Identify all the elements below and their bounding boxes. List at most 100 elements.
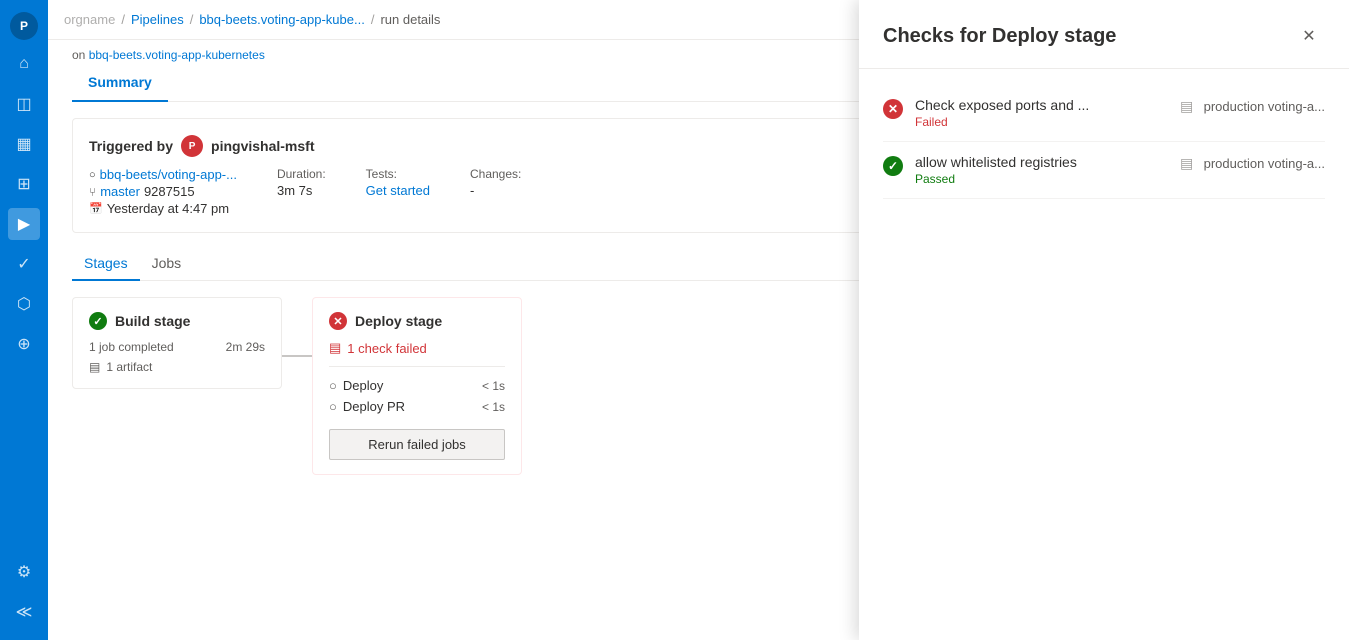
pipelines-nav-icon[interactable]: ▶ [8, 208, 40, 240]
branch-icon: ⑂ [89, 185, 96, 199]
check-status-text-2: Passed [915, 172, 1077, 186]
repo-icon: ○ [89, 169, 96, 181]
repo-link[interactable]: bbq-beets/voting-app-... [100, 167, 237, 182]
artifact-count: 1 artifact [106, 360, 152, 374]
breadcrumb-org: orgname [64, 12, 115, 27]
calendar-icon: 📅 [89, 202, 103, 215]
home-nav-icon[interactable]: ⌂ [8, 48, 40, 80]
check-right-1: ▤ production voting-a... [1178, 97, 1325, 115]
duration-label: Duration: [277, 167, 326, 181]
marketplace-nav-icon[interactable]: ⊕ [8, 328, 40, 360]
boards-nav-icon[interactable]: ◫ [8, 88, 40, 120]
deploy-clock-icon-1: ○ [329, 378, 337, 393]
meta-branch-value: ⑂ master 9287515 [89, 184, 237, 199]
deploy-job-row-2: ○ Deploy PR < 1s [329, 396, 505, 417]
check-failed-icon: ▤ [329, 340, 341, 356]
deploy-stage-card: ✕ Deploy stage ▤ 1 check failed ○ Deploy… [312, 297, 522, 475]
check-info-2: allow whitelisted registries Passed [915, 154, 1077, 186]
collapse-nav-icon[interactable]: ≪ [8, 596, 40, 628]
deploy-job-left-2: ○ Deploy PR [329, 399, 405, 414]
artifact-icon: ▤ [89, 360, 100, 374]
tab-summary[interactable]: Summary [72, 66, 168, 102]
testplans-nav-icon[interactable]: ✓ [8, 248, 40, 280]
settings-nav-icon[interactable]: ⚙ [8, 556, 40, 588]
on-prefix: on [72, 48, 85, 62]
meta-date-value: 📅 Yesterday at 4:47 pm [89, 201, 237, 216]
deploy-job-left-1: ○ Deploy [329, 378, 383, 393]
check-left-1: ✕ Check exposed ports and ... Failed [883, 97, 1089, 129]
build-stage-card: ✓ Build stage 1 job completed 2m 29s ▤ 1… [72, 297, 282, 389]
check-resource-1: production voting-a... [1204, 99, 1325, 114]
deploy-job-time-2: < 1s [482, 400, 505, 414]
breadcrumb-sep-3: / [371, 12, 375, 27]
tests-link[interactable]: Get started [366, 183, 430, 198]
repos-nav-icon[interactable]: ⊞ [8, 168, 40, 200]
check-failed-link[interactable]: ▤ 1 check failed [329, 340, 505, 356]
breadcrumb-sep-2: / [190, 12, 194, 27]
subtab-stages[interactable]: Stages [72, 249, 140, 281]
changes-value: - [470, 183, 521, 198]
duration-value: 3m 7s [277, 183, 326, 198]
check-row-2: ✓ allow whitelisted registries Passed ▤ … [883, 142, 1325, 199]
meta-tests: Tests: Get started [366, 167, 430, 198]
panel-title: Checks for Deploy stage [883, 25, 1116, 48]
branch-link[interactable]: master [100, 184, 140, 199]
check-resource-icon-2: ▤ [1178, 154, 1196, 172]
build-jobs-completed: 1 job completed [89, 340, 174, 354]
check-status-icon-2: ✓ [883, 156, 903, 176]
panel-header: Checks for Deploy stage ✕ [859, 0, 1349, 69]
sidebar: P ⌂ ◫ ▦ ⊞ ▶ ✓ ⬡ ⊕ ⚙ ≪ [0, 0, 48, 640]
triggered-label: Triggered by [89, 138, 173, 154]
stage-connector [282, 355, 312, 357]
build-stage-header: ✓ Build stage [89, 312, 265, 330]
deploy-job-name-2: Deploy PR [343, 399, 405, 414]
date-text: Yesterday at 4:47 pm [107, 201, 229, 216]
breadcrumb-run: run details [380, 12, 440, 27]
build-stage-meta: 1 job completed 2m 29s [89, 340, 265, 354]
check-status-icon-1: ✕ [883, 99, 903, 119]
check-resource-2: production voting-a... [1204, 156, 1325, 171]
check-failed-label: 1 check failed [347, 341, 427, 356]
check-info-1: Check exposed ports and ... Failed [915, 97, 1089, 129]
user-avatar[interactable]: P [10, 12, 38, 40]
meta-changes: Changes: - [470, 167, 521, 198]
subtab-jobs[interactable]: Jobs [140, 249, 194, 281]
deploy-job-row-1: ○ Deploy < 1s [329, 375, 505, 396]
triggered-avatar: P [181, 135, 203, 157]
artifacts-nav-icon[interactable]: ⬡ [8, 288, 40, 320]
build-artifact: ▤ 1 artifact [89, 360, 265, 374]
check-right-2: ▤ production voting-a... [1178, 154, 1325, 172]
panel-close-button[interactable]: ✕ [1293, 20, 1325, 52]
build-stage-title: Build stage [115, 313, 190, 329]
deploy-stage-header: ✕ Deploy stage [329, 312, 505, 330]
meta-repo: ○ bbq-beets/voting-app-... ⑂ master 9287… [89, 167, 237, 216]
deploy-status-icon: ✕ [329, 312, 347, 330]
deploy-stage-title: Deploy stage [355, 313, 442, 329]
check-name-1: Check exposed ports and ... [915, 97, 1089, 113]
branch-repo-link[interactable]: bbq-beets.voting-app-kubernetes [89, 48, 265, 62]
check-left-2: ✓ allow whitelisted registries Passed [883, 154, 1077, 186]
deploy-jobs: ○ Deploy < 1s ○ Deploy PR < 1s [329, 366, 505, 417]
check-name-2: allow whitelisted registries [915, 154, 1077, 170]
panel-body: ✕ Check exposed ports and ... Failed ▤ p… [859, 69, 1349, 640]
meta-repo-value: ○ bbq-beets/voting-app-... [89, 167, 237, 182]
commit-sha: 9287515 [144, 184, 195, 199]
meta-duration: Duration: 3m 7s [277, 167, 326, 198]
breadcrumb-sep-1: / [121, 12, 125, 27]
checks-panel: Checks for Deploy stage ✕ ✕ Check expose… [859, 0, 1349, 640]
breadcrumb-pipelines[interactable]: Pipelines [131, 12, 184, 27]
breadcrumb-repo[interactable]: bbq-beets.voting-app-kube... [199, 12, 365, 27]
work-nav-icon[interactable]: ▦ [8, 128, 40, 160]
deploy-job-name-1: Deploy [343, 378, 383, 393]
check-row-1: ✕ Check exposed ports and ... Failed ▤ p… [883, 85, 1325, 142]
triggered-username: pingvishal-msft [211, 138, 314, 154]
tests-label: Tests: [366, 167, 430, 181]
rerun-failed-jobs-button[interactable]: Rerun failed jobs [329, 429, 505, 460]
build-duration: 2m 29s [226, 340, 265, 354]
check-status-text-1: Failed [915, 115, 1089, 129]
build-status-icon: ✓ [89, 312, 107, 330]
changes-label: Changes: [470, 167, 521, 181]
deploy-clock-icon-2: ○ [329, 399, 337, 414]
deploy-job-time-1: < 1s [482, 379, 505, 393]
check-resource-icon-1: ▤ [1178, 97, 1196, 115]
